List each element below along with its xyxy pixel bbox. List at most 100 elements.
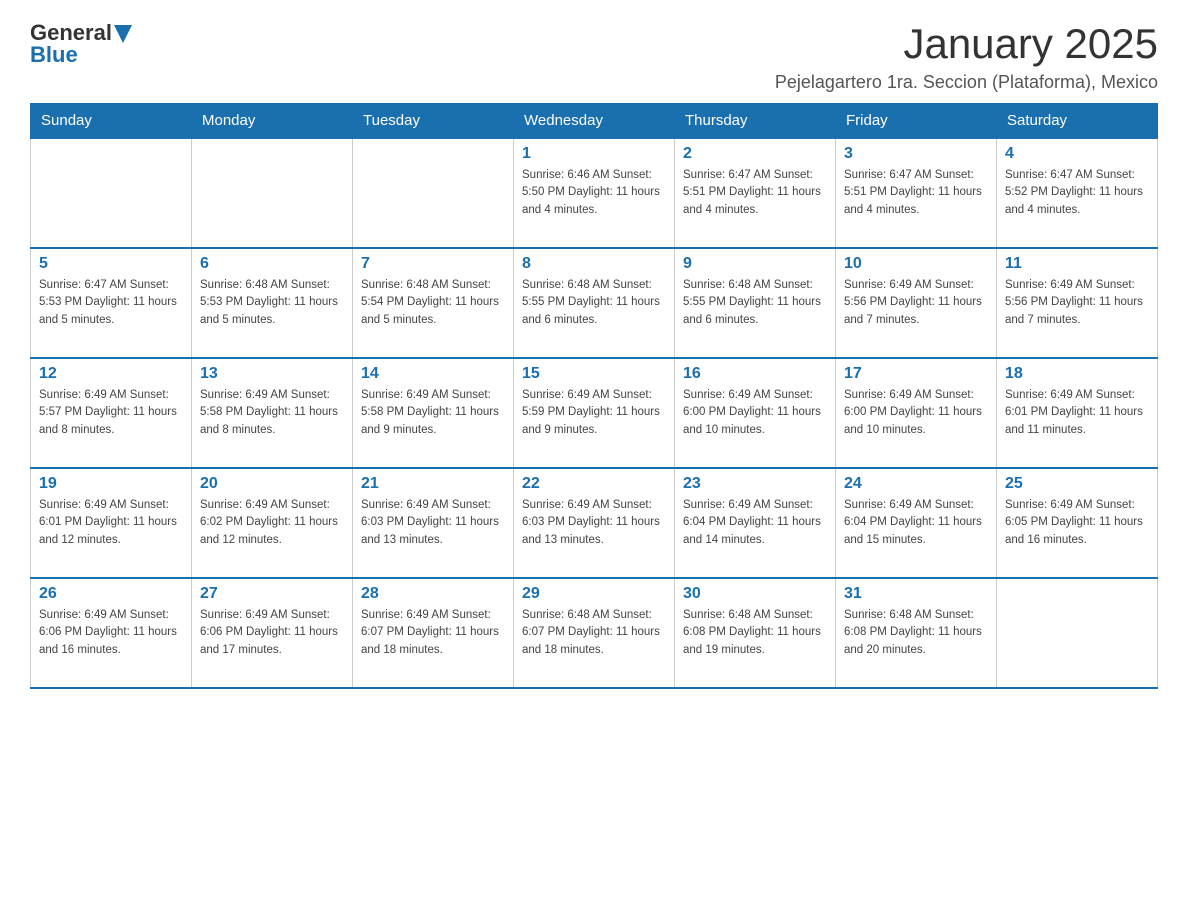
calendar-cell: 4 Sunrise: 6:47 AM Sunset: 5:52 PM Daylig… — [997, 138, 1158, 248]
day-info: Sunrise: 6:49 AM Sunset: 6:07 PM Dayligh… — [361, 607, 505, 659]
calendar-header-row: SundayMondayTuesdayWednesdayThursdayFrid… — [31, 104, 1158, 139]
day-number: 23 — [683, 475, 827, 493]
calendar-cell: 6 Sunrise: 6:48 AM Sunset: 5:53 PM Daylig… — [192, 248, 353, 358]
day-info: Sunrise: 6:48 AM Sunset: 6:08 PM Dayligh… — [844, 607, 988, 659]
day-number: 18 — [1005, 365, 1149, 383]
day-info: Sunrise: 6:48 AM Sunset: 5:53 PM Dayligh… — [200, 277, 344, 329]
day-number: 5 — [39, 255, 183, 273]
calendar-cell: 3 Sunrise: 6:47 AM Sunset: 5:51 PM Daylig… — [836, 138, 997, 248]
calendar-cell: 29Sunrise: 6:48 AM Sunset: 6:07 PM Dayli… — [514, 578, 675, 688]
day-number: 14 — [361, 365, 505, 383]
day-number: 20 — [200, 475, 344, 493]
col-header-thursday: Thursday — [675, 104, 836, 139]
calendar-cell: 23 Sunrise: 6:49 AM Sunset: 6:04 PM Dayli… — [675, 468, 836, 578]
col-header-sunday: Sunday — [31, 104, 192, 139]
day-number: 7 — [361, 255, 505, 273]
calendar-cell: 30Sunrise: 6:48 AM Sunset: 6:08 PM Dayli… — [675, 578, 836, 688]
day-info: Sunrise: 6:49 AM Sunset: 6:03 PM Dayligh… — [522, 497, 666, 549]
day-info: Sunrise: 6:47 AM Sunset: 5:51 PM Dayligh… — [683, 167, 827, 219]
page-header: General Blue January 2025 Pejelagartero … — [30, 20, 1158, 93]
day-info: Sunrise: 6:48 AM Sunset: 6:07 PM Dayligh… — [522, 607, 666, 659]
day-number: 3 — [844, 145, 988, 163]
calendar-cell: 1 Sunrise: 6:46 AM Sunset: 5:50 PM Daylig… — [514, 138, 675, 248]
day-info: Sunrise: 6:49 AM Sunset: 6:01 PM Dayligh… — [39, 497, 183, 549]
calendar-cell: 18 Sunrise: 6:49 AM Sunset: 6:01 PM Dayli… — [997, 358, 1158, 468]
day-number: 11 — [1005, 255, 1149, 273]
day-info: Sunrise: 6:48 AM Sunset: 6:08 PM Dayligh… — [683, 607, 827, 659]
day-number: 9 — [683, 255, 827, 273]
calendar-cell: 27Sunrise: 6:49 AM Sunset: 6:06 PM Dayli… — [192, 578, 353, 688]
calendar-cell: 11 Sunrise: 6:49 AM Sunset: 5:56 PM Dayli… — [997, 248, 1158, 358]
calendar-cell: 20 Sunrise: 6:49 AM Sunset: 6:02 PM Dayli… — [192, 468, 353, 578]
calendar-cell: 26Sunrise: 6:49 AM Sunset: 6:06 PM Dayli… — [31, 578, 192, 688]
day-info: Sunrise: 6:49 AM Sunset: 5:57 PM Dayligh… — [39, 387, 183, 439]
day-number: 28 — [361, 585, 505, 603]
day-number: 31 — [844, 585, 988, 603]
day-info: Sunrise: 6:49 AM Sunset: 6:06 PM Dayligh… — [200, 607, 344, 659]
day-number: 12 — [39, 365, 183, 383]
calendar-cell: 10 Sunrise: 6:49 AM Sunset: 5:56 PM Dayli… — [836, 248, 997, 358]
day-info: Sunrise: 6:49 AM Sunset: 6:00 PM Dayligh… — [683, 387, 827, 439]
calendar-cell: 15Sunrise: 6:49 AM Sunset: 5:59 PM Dayli… — [514, 358, 675, 468]
day-number: 22 — [522, 475, 666, 493]
calendar-cell: 21Sunrise: 6:49 AM Sunset: 6:03 PM Dayli… — [353, 468, 514, 578]
calendar-table: SundayMondayTuesdayWednesdayThursdayFrid… — [30, 103, 1158, 689]
day-info: Sunrise: 6:46 AM Sunset: 5:50 PM Dayligh… — [522, 167, 666, 219]
calendar-cell: 8 Sunrise: 6:48 AM Sunset: 5:55 PM Daylig… — [514, 248, 675, 358]
day-info: Sunrise: 6:49 AM Sunset: 5:59 PM Dayligh… — [522, 387, 666, 439]
day-info: Sunrise: 6:49 AM Sunset: 5:56 PM Dayligh… — [844, 277, 988, 329]
day-info: Sunrise: 6:49 AM Sunset: 6:04 PM Dayligh… — [683, 497, 827, 549]
calendar-cell — [997, 578, 1158, 688]
logo: General Blue — [30, 20, 132, 68]
day-info: Sunrise: 6:49 AM Sunset: 6:00 PM Dayligh… — [844, 387, 988, 439]
day-info: Sunrise: 6:49 AM Sunset: 6:04 PM Dayligh… — [844, 497, 988, 549]
calendar-cell — [353, 138, 514, 248]
day-number: 10 — [844, 255, 988, 273]
calendar-cell: 17 Sunrise: 6:49 AM Sunset: 6:00 PM Dayli… — [836, 358, 997, 468]
day-info: Sunrise: 6:47 AM Sunset: 5:51 PM Dayligh… — [844, 167, 988, 219]
calendar-cell: 2 Sunrise: 6:47 AM Sunset: 5:51 PM Daylig… — [675, 138, 836, 248]
col-header-wednesday: Wednesday — [514, 104, 675, 139]
calendar-week-5: 26 Sunrise: 6:49 AM Sunset: 6:06 PM Dayli… — [31, 578, 1158, 688]
day-number: 4 — [1005, 145, 1149, 163]
day-info: Sunrise: 6:49 AM Sunset: 5:58 PM Dayligh… — [361, 387, 505, 439]
col-header-tuesday: Tuesday — [353, 104, 514, 139]
calendar-week-4: 19Sunrise: 6:49 AM Sunset: 6:01 PM Dayli… — [31, 468, 1158, 578]
day-number: 21 — [361, 475, 505, 493]
day-number: 8 — [522, 255, 666, 273]
day-number: 2 — [683, 145, 827, 163]
calendar-cell: 25 Sunrise: 6:49 AM Sunset: 6:05 PM Dayli… — [997, 468, 1158, 578]
calendar-cell: 19Sunrise: 6:49 AM Sunset: 6:01 PM Dayli… — [31, 468, 192, 578]
day-info: Sunrise: 6:48 AM Sunset: 5:54 PM Dayligh… — [361, 277, 505, 329]
day-info: Sunrise: 6:49 AM Sunset: 6:02 PM Dayligh… — [200, 497, 344, 549]
day-number: 6 — [200, 255, 344, 273]
title-section: January 2025 Pejelagartero 1ra. Seccion … — [775, 20, 1158, 93]
calendar-cell: 28 Sunrise: 6:49 AM Sunset: 6:07 PM Dayli… — [353, 578, 514, 688]
calendar-week-1: 1 Sunrise: 6:46 AM Sunset: 5:50 PM Daylig… — [31, 138, 1158, 248]
day-number: 24 — [844, 475, 988, 493]
col-header-monday: Monday — [192, 104, 353, 139]
calendar-cell: 5 Sunrise: 6:47 AM Sunset: 5:53 PM Daylig… — [31, 248, 192, 358]
calendar-cell: 12 Sunrise: 6:49 AM Sunset: 5:57 PM Dayli… — [31, 358, 192, 468]
logo-arrow-icon — [114, 25, 132, 43]
day-info: Sunrise: 6:47 AM Sunset: 5:52 PM Dayligh… — [1005, 167, 1149, 219]
calendar-cell: 24 Sunrise: 6:49 AM Sunset: 6:04 PM Dayli… — [836, 468, 997, 578]
day-info: Sunrise: 6:49 AM Sunset: 6:01 PM Dayligh… — [1005, 387, 1149, 439]
day-info: Sunrise: 6:47 AM Sunset: 5:53 PM Dayligh… — [39, 277, 183, 329]
calendar-week-3: 12 Sunrise: 6:49 AM Sunset: 5:57 PM Dayli… — [31, 358, 1158, 468]
day-number: 1 — [522, 145, 666, 163]
day-info: Sunrise: 6:49 AM Sunset: 6:05 PM Dayligh… — [1005, 497, 1149, 549]
logo-blue: Blue — [30, 42, 78, 68]
day-number: 16 — [683, 365, 827, 383]
day-number: 25 — [1005, 475, 1149, 493]
day-number: 26 — [39, 585, 183, 603]
calendar-cell — [31, 138, 192, 248]
calendar-cell: 16 Sunrise: 6:49 AM Sunset: 6:00 PM Dayli… — [675, 358, 836, 468]
day-info: Sunrise: 6:48 AM Sunset: 5:55 PM Dayligh… — [522, 277, 666, 329]
day-number: 13 — [200, 365, 344, 383]
calendar-cell: 13Sunrise: 6:49 AM Sunset: 5:58 PM Dayli… — [192, 358, 353, 468]
day-info: Sunrise: 6:49 AM Sunset: 5:56 PM Dayligh… — [1005, 277, 1149, 329]
calendar-cell: 7 Sunrise: 6:48 AM Sunset: 5:54 PM Daylig… — [353, 248, 514, 358]
calendar-cell: 22 Sunrise: 6:49 AM Sunset: 6:03 PM Dayli… — [514, 468, 675, 578]
day-number: 17 — [844, 365, 988, 383]
